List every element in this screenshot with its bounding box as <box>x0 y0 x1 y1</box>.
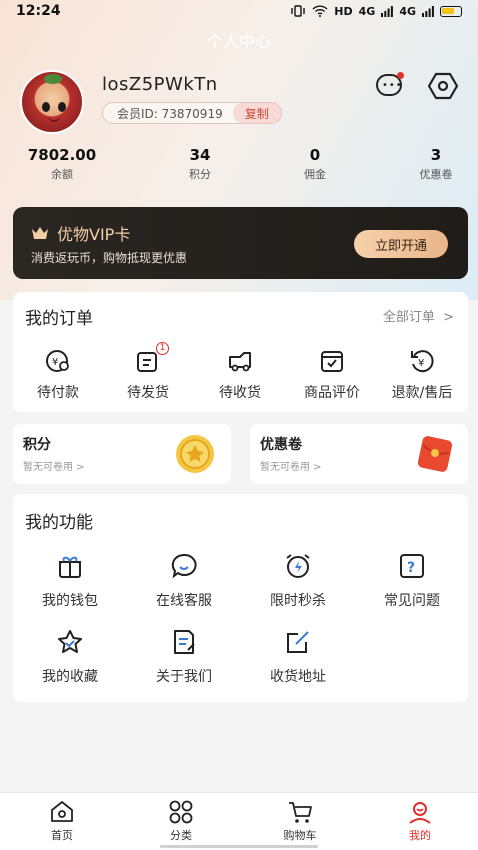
chevron-right-icon: > <box>438 310 454 325</box>
question-icon: ? <box>400 554 424 578</box>
wifi-icon <box>312 5 328 17</box>
feature-flash-sale[interactable]: 限时秒杀 <box>243 552 353 610</box>
red-envelope-icon <box>417 436 453 472</box>
vip-card[interactable]: 优物VIP卡 消费返玩币，购物抵现更优惠 立即开通 <box>13 207 468 279</box>
features-title: 我的功能 <box>25 513 93 533</box>
notification-dot <box>397 72 404 79</box>
svg-text:¥: ¥ <box>52 357 58 368</box>
stat-coupons[interactable]: 3 优惠卷 <box>396 146 476 182</box>
vip-open-button[interactable]: 立即开通 <box>354 230 448 258</box>
settings-button[interactable] <box>427 72 459 100</box>
profile-icon <box>409 802 431 824</box>
feature-wallet[interactable]: 我的钱包 <box>15 552 125 610</box>
coupon-subtitle: 暂无可卷用 > <box>260 462 322 473</box>
vip-title: 优物VIP卡 <box>57 225 131 244</box>
home-indicator <box>160 845 318 848</box>
feature-address[interactable]: 收货地址 <box>243 628 353 686</box>
status-bar: 12:24 HD 4G 4G <box>0 0 478 22</box>
about-icon <box>174 630 195 654</box>
tab-category[interactable]: 分类 <box>141 799 221 843</box>
coupon-card[interactable]: 优惠卷 暂无可卷用 > <box>250 424 468 484</box>
feature-favorites[interactable]: 我的收藏 <box>15 628 125 686</box>
status-icons: HD 4G 4G <box>290 5 462 18</box>
order-review[interactable]: 商品评价 <box>287 348 377 402</box>
bottom-tab-bar: 首页 分类 购物车 我的 <box>0 792 478 850</box>
order-to-ship[interactable]: 1 待发货 <box>103 342 193 402</box>
gift-wallet-icon <box>59 556 81 578</box>
network-type: HD <box>334 4 353 18</box>
stats-row: 7802.00 余额 34 积分 0 佣金 3 优惠卷 <box>0 146 478 186</box>
member-id-pill: 会员ID: 73870919 复制 <box>102 102 282 124</box>
feature-about-us[interactable]: 关于我们 <box>129 628 239 686</box>
copy-button[interactable]: 复制 <box>232 103 281 123</box>
page-title: 个人中心 <box>206 32 271 51</box>
all-orders-link[interactable]: 全部订单 > <box>383 306 454 325</box>
vibrate-icon <box>291 5 305 17</box>
signal-bars-icon <box>381 5 394 17</box>
points-title: 积分 <box>23 437 51 453</box>
svg-text:¥: ¥ <box>418 358 424 369</box>
cart-icon <box>289 802 312 823</box>
signal-1: 4G <box>358 4 376 18</box>
vip-subtitle: 消费返玩币，购物抵现更优惠 <box>31 251 188 265</box>
features-card: 我的功能 我的钱包 在线客服 限时秒杀 ? 常见问题 我的收藏 关于我们 收货地… <box>13 494 468 702</box>
crown-icon <box>32 227 48 239</box>
order-refund[interactable]: ¥ 退款/售后 <box>377 348 467 402</box>
message-button[interactable]: ••• <box>374 72 404 100</box>
tab-cart[interactable]: 购物车 <box>260 799 340 843</box>
status-time: 12:24 <box>16 3 61 19</box>
tab-home[interactable]: 首页 <box>22 799 102 843</box>
signal-bars-icon <box>422 5 434 17</box>
svg-text:?: ? <box>407 560 415 576</box>
stat-balance[interactable]: 7802.00 余额 <box>22 146 102 182</box>
chat-service-icon <box>171 553 197 579</box>
avatar[interactable] <box>20 70 84 134</box>
username: losZ5PWkTn <box>102 74 218 95</box>
home-icon <box>51 801 73 822</box>
coupon-title: 优惠卷 <box>260 437 302 453</box>
points-subtitle: 暂无可卷用 > <box>23 462 85 473</box>
edit-address-icon <box>287 631 309 653</box>
signal-2: 4G <box>399 4 416 18</box>
feature-faq[interactable]: ? 常见问题 <box>357 552 467 610</box>
orders-card: 我的订单 全部订单 > ¥ 待付款 1 待发货 待收货 商品评价 ¥ 退款/售后 <box>13 292 468 412</box>
alarm-clock-icon <box>286 554 310 578</box>
truck-icon <box>229 352 251 372</box>
stat-points[interactable]: 34 积分 <box>160 146 240 182</box>
orders-title: 我的订单 <box>25 309 93 329</box>
stat-commission[interactable]: 0 佣金 <box>275 146 355 182</box>
review-icon <box>321 351 343 372</box>
points-card[interactable]: 积分 暂无可卷用 > <box>13 424 231 484</box>
order-pending-payment[interactable]: ¥ 待付款 <box>13 348 103 402</box>
refund-icon: ¥ <box>411 350 434 373</box>
member-id: 会员ID: 73870919 <box>117 106 223 121</box>
feature-customer-service[interactable]: 在线客服 <box>129 552 239 610</box>
order-to-receive[interactable]: 待收货 <box>195 348 285 402</box>
payment-icon: ¥ <box>46 350 69 372</box>
battery-icon <box>440 5 462 17</box>
settings-icon <box>427 72 459 100</box>
star-icon <box>58 630 82 653</box>
coin-icon <box>176 435 214 473</box>
order-badge: 1 <box>156 342 169 355</box>
category-icon <box>169 800 193 824</box>
tab-mine[interactable]: 我的 <box>380 799 460 843</box>
